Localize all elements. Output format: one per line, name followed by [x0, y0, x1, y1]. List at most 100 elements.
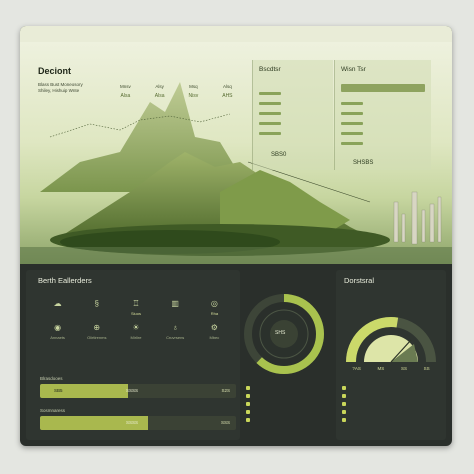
hero-landscape: Deciont Blass Bust Moneosory Shiley, His… [20, 42, 452, 264]
legend [342, 384, 440, 424]
bar-label: Sosmnaress [40, 408, 66, 413]
hero-stats: Mnsv Alsa Alsy Alsa Msq Nisv Alsq AHS [120, 84, 233, 99]
icon-tile[interactable]: ♖ Siuos [116, 298, 155, 317]
panel-bar [259, 131, 281, 135]
building-icon: ▥ [171, 298, 179, 308]
legend-swatch [246, 410, 250, 414]
icon-tile[interactable]: ◉ Annaets [38, 322, 77, 341]
legend [246, 384, 332, 424]
legend-swatch [246, 386, 250, 390]
cloud-icon: ☁ [53, 298, 62, 308]
hero-stat: Msq Nisv [189, 84, 199, 99]
tile-label: Mbec [209, 335, 220, 340]
tile-label: Cruvrsens [166, 335, 185, 340]
icon-tile[interactable]: ⚙ Mbec [195, 322, 234, 341]
hero-stat: Alsq AHS [222, 84, 232, 99]
icon-tile[interactable]: ▥ [156, 298, 195, 316]
bar-end-value: S2S [221, 388, 230, 393]
panel-row [341, 130, 367, 136]
progress-bar: SSSS SSS [40, 416, 236, 430]
icon-tile[interactable]: ☁ [38, 298, 77, 316]
panel-title: Bscdtsr [259, 66, 281, 73]
info-panel-right: Wisn Tsr SHSBS [334, 60, 431, 170]
panel-row [259, 90, 285, 96]
top-nav [20, 26, 452, 42]
bar-mid-value: SSSS [126, 388, 139, 393]
donut-gauge [244, 294, 324, 374]
legend-swatch [342, 386, 346, 390]
stat-label: Alsq [222, 84, 232, 89]
legend-item [342, 400, 440, 408]
card-title: Berth Eallerders [38, 276, 92, 285]
panel-row [259, 110, 285, 116]
panel-bar [341, 141, 363, 145]
bottom-section: Berth Eallerders ☁ § ♖ Siuos ▥ ◎ Rha ◉ Anna… [20, 264, 452, 446]
panel-big-value: SBS0 [271, 152, 287, 158]
hero-stat: Alsy Alsa [155, 84, 165, 99]
panel-bar [341, 121, 363, 125]
brand-icon: § [94, 298, 99, 308]
legend-item [246, 416, 332, 424]
legend-swatch [246, 394, 250, 398]
panel-row [259, 130, 285, 136]
gear-icon: ⚙ [210, 322, 218, 332]
legend-item [342, 416, 440, 424]
stat-value: Alsa [120, 93, 131, 99]
stat-value: Nisv [188, 93, 199, 99]
bar-end-value: SSS [220, 420, 230, 425]
trophy-icon: ♖ [132, 298, 140, 308]
legend-item [342, 384, 440, 392]
icon-tile[interactable]: § [77, 298, 116, 316]
legend-item [342, 392, 440, 400]
icon-tile[interactable]: ☀ Mirlire [116, 322, 155, 341]
legend-swatch [246, 418, 250, 422]
panel-row [341, 140, 367, 146]
panel-header-bar [341, 84, 425, 92]
icon-tile[interactable]: ⊕ Olirtlrenms [77, 322, 116, 341]
legend-swatch [342, 402, 346, 406]
panel-bar [341, 131, 363, 135]
readout: ?AS [352, 366, 361, 371]
card-title: Dorstsral [344, 276, 375, 285]
tile-value: Siuos [130, 311, 141, 316]
bulb-icon: ♁ [172, 322, 179, 332]
panel-row [341, 100, 367, 106]
panel-title: Wisn Tsr [341, 66, 366, 73]
distribution-card: Dorstsral ?AS MS SS SS [336, 270, 446, 440]
panel-bar [259, 121, 281, 125]
hero-subtitle-line: Shiley, Hishuip Wnte [38, 88, 80, 93]
panel-big-value: SHSBS [353, 160, 374, 166]
readout: SS [423, 366, 430, 371]
icon-tile[interactable]: ♁ Cruvrsens [156, 322, 195, 341]
tile-value: Rha [210, 311, 219, 316]
gauge-readouts: ?AS MS SS SS [344, 366, 438, 371]
panel-bar [259, 91, 281, 95]
icon-tile[interactable]: ◎ Rha [195, 298, 234, 317]
hero-stat: Mnsv Alsa [120, 84, 131, 99]
legend-item [342, 408, 440, 416]
hero-subtitle: Blass Bust Moneosory Shiley, Hishuip Wnt… [38, 82, 98, 94]
gauge-center-value: SHS [275, 330, 286, 336]
elements-card: Berth Eallerders ☁ § ♖ Siuos ▥ ◎ Rha ◉ Anna… [26, 270, 240, 440]
tile-label: Annaets [50, 335, 65, 340]
panel-row [259, 120, 285, 126]
icon-grid: ☁ § ♖ Siuos ▥ ◎ Rha ◉ Annaets ⊕ Olirtlrenms … [38, 298, 234, 341]
panel-bar [259, 101, 281, 105]
panel-row [341, 120, 367, 126]
legend-item [246, 408, 332, 416]
tile-label: Olirtlrenms [87, 335, 107, 340]
legend-item [246, 384, 332, 392]
eye-icon: ◉ [54, 322, 62, 332]
legend-swatch [342, 418, 346, 422]
legend-swatch [342, 394, 346, 398]
bar-mid-value: SSSS [126, 420, 139, 425]
stat-label: Alsy [155, 84, 164, 89]
sun-icon: ☀ [132, 322, 140, 332]
dashboard-window: Deciont Blass Bust Moneosory Shiley, His… [20, 26, 452, 446]
legend-swatch [342, 410, 346, 414]
stat-label: Msq [189, 84, 198, 89]
legend-swatch [246, 402, 250, 406]
legend-item [246, 400, 332, 408]
panel-bar [341, 101, 363, 105]
stat-label: Mnsv [120, 84, 131, 89]
